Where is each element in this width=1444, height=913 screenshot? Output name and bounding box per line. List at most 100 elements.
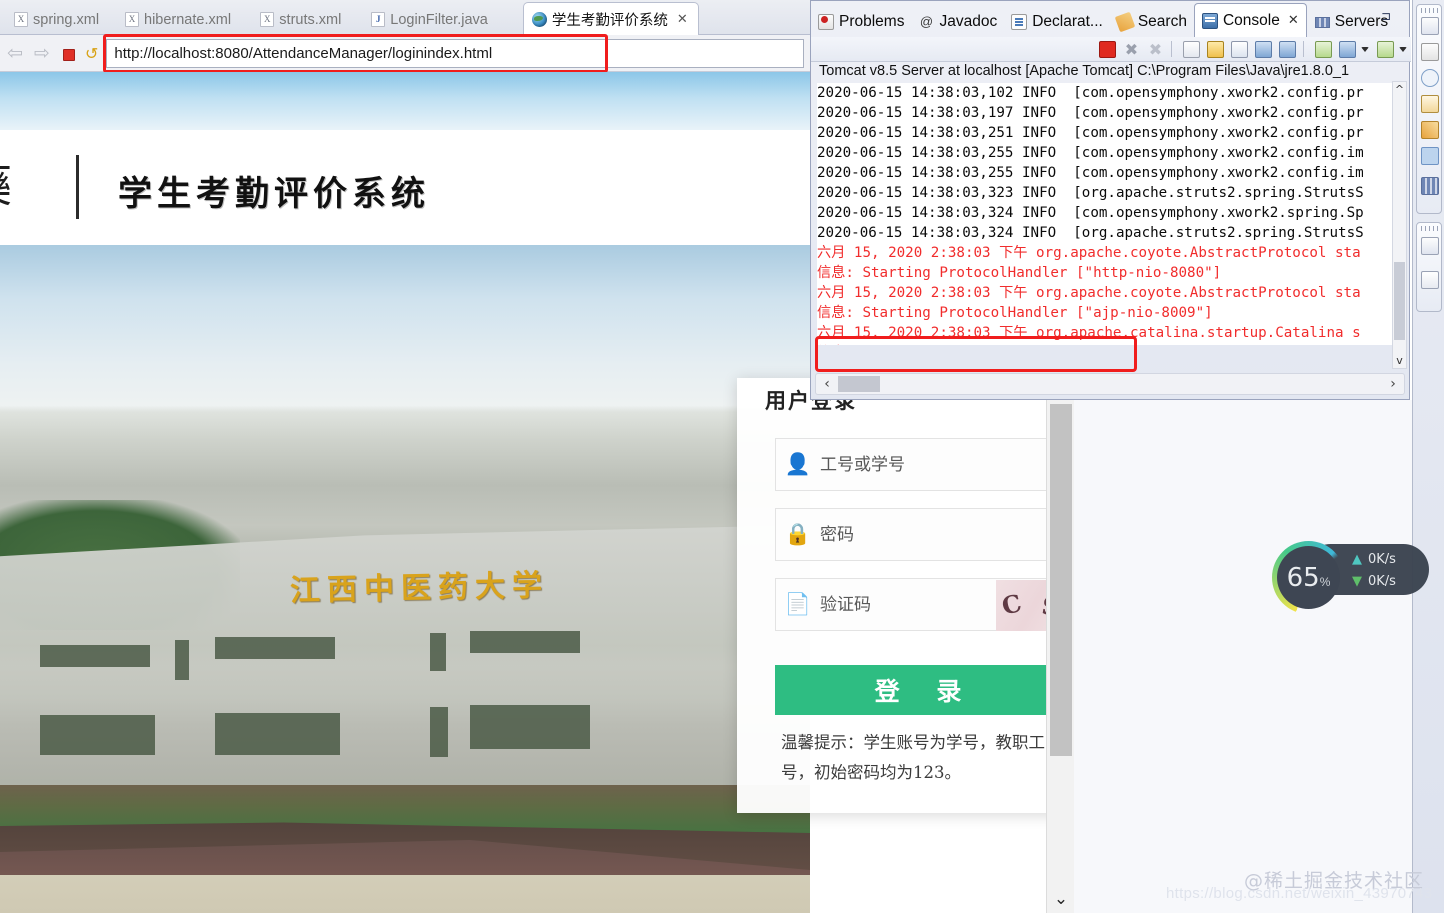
view-tab-problems[interactable]: Problems <box>811 7 911 37</box>
clear-console-icon[interactable] <box>1183 41 1200 58</box>
terminate-icon[interactable] <box>1099 41 1116 58</box>
console-launch-title: Tomcat v8.5 Server at localhost [Apache … <box>819 63 1350 79</box>
stop-icon[interactable] <box>63 49 75 61</box>
password-field[interactable]: 🔒 <box>775 508 1059 561</box>
remove-launch-icon[interactable]: ✖ <box>1123 41 1140 58</box>
outline-icon[interactable] <box>1421 271 1439 289</box>
java-file-icon <box>371 12 386 27</box>
console-log-line: 2020-06-15 14:38:03,255 INFO [com.opensy… <box>817 145 1364 161</box>
browser-toolbar: ⇦ ⇨ ↻ <box>0 33 810 73</box>
console-vertical-scrollbar[interactable]: ^ v <box>1392 81 1407 369</box>
view-tab-console[interactable]: Console ✕ <box>1193 3 1307 37</box>
editor-tab-5[interactable]: 学生考勤评价系统 ✕ <box>522 2 699 35</box>
view-tab-declarat[interactable]: Declarat... <box>1004 7 1110 37</box>
display-dropdown-icon[interactable] <box>1361 47 1369 52</box>
close-console-icon[interactable] <box>1279 41 1296 58</box>
hero-window <box>470 631 580 653</box>
view-tab-search[interactable]: Search <box>1110 7 1194 37</box>
back-icon[interactable]: ⇦ <box>7 43 27 63</box>
pin-console-icon[interactable] <box>1255 41 1272 58</box>
scrollbar-thumb[interactable] <box>1050 404 1072 756</box>
view-tab-label: Problems <box>839 13 905 30</box>
arrow-down-icon: ▼ <box>1352 573 1362 589</box>
new-console-view-icon[interactable] <box>1377 41 1394 58</box>
login-card: 用户登录 👤 🔒 📄 C S 登 录 温馨提示：学生账号为学号，教职工号，初始密… <box>737 378 1059 813</box>
globe-icon <box>531 11 547 27</box>
captcha-char: C <box>998 588 1025 621</box>
username-field[interactable]: 👤 <box>775 438 1059 491</box>
view-tab-label: Console <box>1222 11 1280 29</box>
editor-tab-1[interactable]: spring.xml <box>6 4 109 35</box>
view-tab-bar: Problems Javadoc Declarat... Search Console ✕… <box>811 1 1411 37</box>
upload-speed-value: 0K/s <box>1368 551 1396 567</box>
refresh-icon[interactable]: ↻ <box>85 44 98 63</box>
url-input[interactable] <box>106 38 804 68</box>
document-icon: 📄 <box>784 592 812 616</box>
editor-tab-label: spring.xml <box>33 11 100 28</box>
editor-tab-2[interactable]: hibernate.xml <box>117 4 241 35</box>
hero-window <box>215 637 335 659</box>
restore-icon[interactable] <box>1421 17 1439 35</box>
drag-handle[interactable] <box>1421 226 1439 231</box>
restore-icon[interactable] <box>1421 237 1439 255</box>
console-log-line: 2020-06-15 14:38:03,102 INFO [com.opensy… <box>817 85 1364 101</box>
rendered-web-page: 藥 NE 学生考勤评价系统 江西中医药大学 <box>0 72 810 913</box>
console-log-output[interactable]: 2020-06-15 14:38:03,102 INFO [com.opensy… <box>817 83 1395 345</box>
console-icon[interactable] <box>1421 147 1439 165</box>
open-console-icon[interactable] <box>1315 41 1332 58</box>
minimize-view-icon[interactable]: ⊐ <box>1381 9 1391 23</box>
view-tab-label: Javadoc <box>939 13 998 30</box>
scroll-right-icon[interactable]: › <box>1384 375 1402 393</box>
editor-tab-label: 学生考勤评价系统 <box>551 12 668 29</box>
close-icon[interactable]: ✕ <box>677 12 688 27</box>
hero-window <box>40 715 155 755</box>
network-speed-widget[interactable]: 65 % ▲ 0K/s ▼ 0K/s <box>1272 541 1429 614</box>
console-log-line: 2020-06-15 14:38:03,324 INFO [com.opensy… <box>817 205 1364 221</box>
declaration-icon <box>1011 14 1028 30</box>
servers-icon[interactable] <box>1421 177 1439 195</box>
upload-row: ▲ 0K/s <box>1352 548 1426 570</box>
view-tab-javadoc[interactable]: Javadoc <box>911 7 1004 37</box>
username-input[interactable] <box>820 454 1059 475</box>
new-console-dropdown-icon[interactable] <box>1399 47 1407 52</box>
console-log-line: 信息: Starting ProtocolHandler ["http-nio-… <box>817 265 1222 281</box>
scroll-left-icon[interactable]: ‹ <box>818 375 836 393</box>
minimized-view-group-2 <box>1416 222 1442 312</box>
forward-icon[interactable]: ⇨ <box>34 43 54 63</box>
lock-icon: 🔒 <box>784 522 812 546</box>
console-log-line: 信息: Server startup in 5956 ms <box>817 343 1395 345</box>
scrollbar-thumb[interactable] <box>1394 262 1405 340</box>
show-console-on-output-icon[interactable] <box>1231 41 1248 58</box>
editor-tab-label: struts.xml <box>279 11 342 28</box>
page-vertical-scrollbar[interactable]: ⌄ <box>1046 400 1074 913</box>
scroll-down-icon[interactable]: ⌄ <box>1047 889 1075 909</box>
display-selected-console-icon[interactable] <box>1339 41 1356 58</box>
lock-scroll-icon[interactable] <box>1207 41 1224 58</box>
minimized-views-toolbar <box>1412 0 1444 913</box>
console-log-line: 六月 15, 2020 2:38:03 下午 org.apache.coyote… <box>817 245 1361 261</box>
declaration-icon[interactable] <box>1421 95 1439 113</box>
xml-file-icon <box>125 12 139 27</box>
scrollbar-thumb[interactable] <box>838 376 880 392</box>
password-input[interactable] <box>820 524 1059 545</box>
percent-sign: % <box>1319 575 1331 589</box>
console-horizontal-scrollbar[interactable]: ‹ › <box>815 373 1405 395</box>
captcha-field[interactable]: 📄 C S <box>775 578 1059 631</box>
close-icon[interactable]: ✕ <box>1288 13 1299 28</box>
problems-icon[interactable] <box>1421 43 1439 61</box>
desktop-background <box>1074 400 1444 913</box>
search-icon <box>1114 11 1136 33</box>
javadoc-icon[interactable] <box>1421 69 1439 87</box>
remove-all-launches-icon[interactable]: ✖ <box>1147 41 1164 58</box>
editor-tab-3[interactable]: struts.xml <box>252 4 351 35</box>
hero-window <box>430 707 448 757</box>
scroll-up-icon[interactable]: ^ <box>1393 83 1406 96</box>
search-icon[interactable] <box>1421 121 1439 139</box>
download-row: ▼ 0K/s <box>1352 570 1426 592</box>
drag-handle[interactable] <box>1421 8 1439 13</box>
editor-tab-4[interactable]: LoginFilter.java <box>363 4 498 35</box>
view-tab-label: Declarat... <box>1032 13 1103 30</box>
scroll-down-icon[interactable]: v <box>1393 354 1406 367</box>
hero-window <box>430 633 446 671</box>
login-submit-button[interactable]: 登 录 <box>775 665 1059 715</box>
